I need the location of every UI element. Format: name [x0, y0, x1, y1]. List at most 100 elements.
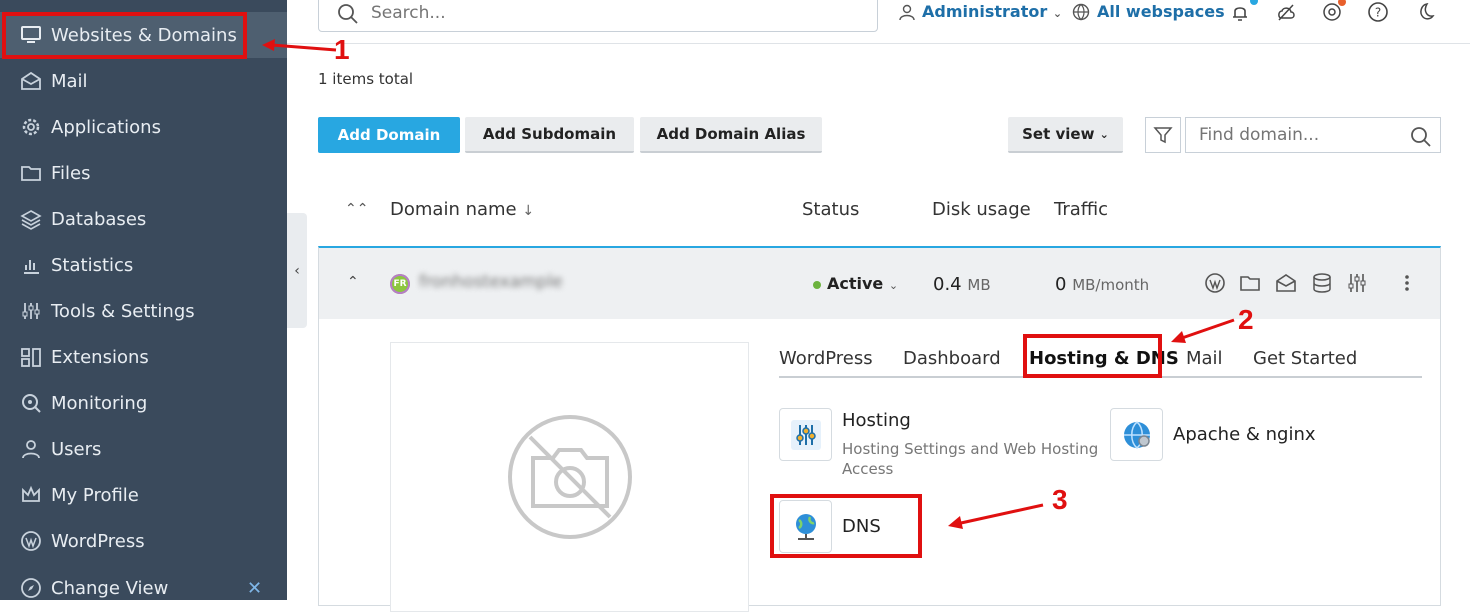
compass-icon — [21, 578, 41, 598]
traffic-unit: MB/month — [1072, 276, 1150, 294]
search-icon — [338, 4, 358, 24]
find-domain-box[interactable] — [1185, 117, 1441, 153]
user-menu[interactable]: Administrator ⌄ — [922, 2, 1062, 21]
tab-wordpress[interactable]: WordPress — [779, 348, 873, 369]
svg-text:?: ? — [1375, 6, 1381, 20]
column-domain-name[interactable]: Domain name ↓ — [390, 199, 534, 220]
domain-card: ⌃ FR fronhostexample Active ⌄ 0.4 MB 0 M… — [318, 246, 1441, 612]
sidebar-item-users[interactable]: Users — [0, 426, 287, 472]
tab-dashboard[interactable]: Dashboard — [903, 348, 1001, 369]
wordpress-icon[interactable] — [1204, 272, 1226, 294]
user-menu-label: Administrator — [922, 2, 1048, 21]
filter-button[interactable] — [1145, 117, 1181, 153]
annotation-label-2: 2 — [1238, 304, 1254, 335]
site-preview[interactable] — [390, 342, 749, 612]
chevron-down-icon: ⌄ — [1099, 127, 1109, 141]
folder-icon — [21, 166, 41, 181]
sidebar-item-label: Mail — [51, 70, 88, 92]
sidebar-item-label: Websites & Domains — [51, 24, 237, 46]
gear-icon — [22, 118, 40, 136]
annotation-arrow-3 — [948, 503, 1044, 529]
column-disk-usage[interactable]: Disk usage — [932, 199, 1031, 220]
domain-row: ⌃ FR fronhostexample Active ⌄ 0.4 MB 0 M… — [319, 248, 1440, 319]
hosting-tool-description: Hosting Settings and Web Hosting Access — [842, 440, 1099, 478]
webspaces-menu[interactable]: All webspaces — [1097, 2, 1225, 21]
sidebar-item-label: My Profile — [51, 484, 139, 506]
hosting-tool-tile[interactable] — [779, 408, 832, 461]
apache-nginx-tool-title[interactable]: Apache & nginx — [1173, 424, 1316, 445]
set-view-label: Set view — [1022, 125, 1095, 143]
sidebar-item-files[interactable]: Files — [0, 150, 287, 196]
layers-icon — [20, 210, 42, 230]
sort-down-icon: ↓ — [522, 203, 535, 219]
more-options-icon[interactable] — [1396, 272, 1418, 294]
sidebar-item-label: Applications — [51, 116, 161, 138]
sidebar-item-mail[interactable]: Mail — [0, 58, 287, 104]
search-box[interactable] — [318, 0, 878, 32]
sidebar-item-extensions[interactable]: Extensions — [0, 334, 287, 380]
alert-badge — [1338, 0, 1346, 6]
sidebar-item-my-profile[interactable]: My Profile — [0, 472, 287, 518]
mail-icon[interactable] — [1275, 272, 1297, 294]
sidebar-item-monitoring[interactable]: Monitoring — [0, 380, 287, 426]
status-dropdown[interactable]: Active ⌄ — [813, 274, 898, 293]
sidebar-item-databases[interactable]: Databases — [0, 196, 287, 242]
user-icon — [899, 4, 915, 21]
column-traffic[interactable]: Traffic — [1054, 199, 1108, 220]
mail-icon — [21, 71, 41, 90]
folder-icon[interactable] — [1239, 272, 1261, 294]
database-icon[interactable] — [1311, 272, 1333, 294]
sidebar-item-change-view[interactable]: Change View ✕ — [0, 565, 287, 611]
domain-name-link[interactable]: fronhostexample — [419, 272, 563, 292]
add-domain-button[interactable]: Add Domain — [318, 117, 460, 153]
dns-tool-title[interactable]: DNS — [842, 516, 881, 537]
sidebar-item-wordpress[interactable]: WordPress — [0, 518, 287, 564]
sidebar-item-tools-settings[interactable]: Tools & Settings — [0, 288, 287, 334]
header-divider — [287, 43, 1470, 44]
tab-get-started[interactable]: Get Started — [1253, 348, 1357, 369]
status-dot — [813, 280, 821, 289]
domain-avatar: FR — [390, 274, 410, 294]
globe-gear-icon — [1123, 420, 1150, 449]
dark-mode-icon[interactable] — [1413, 1, 1435, 23]
sidebar-item-label: Extensions — [51, 346, 149, 368]
wordpress-icon — [21, 531, 41, 551]
disk-usage-value: 0.4 MB — [933, 274, 991, 295]
status-label: Active — [827, 274, 884, 293]
magnifier-icon — [22, 394, 41, 413]
dns-tool-tile[interactable] — [779, 500, 832, 553]
search-input[interactable] — [369, 2, 849, 24]
expand-all-icon[interactable]: ⌃⌃ — [345, 201, 368, 217]
tab-hosting-dns[interactable]: Hosting & DNS — [1029, 348, 1179, 369]
search-icon — [1411, 127, 1431, 147]
add-domain-alias-button[interactable]: Add Domain Alias — [640, 117, 822, 153]
sliders-icon — [22, 303, 40, 319]
close-icon[interactable]: ✕ — [247, 578, 262, 599]
sidebar-item-websites-domains[interactable]: Websites & Domains — [0, 12, 287, 58]
find-domain-input[interactable] — [1197, 124, 1397, 146]
add-subdomain-button[interactable]: Add Subdomain — [465, 117, 634, 153]
puzzle-icon — [21, 348, 41, 367]
chevron-down-icon: ⌄ — [888, 279, 899, 292]
sidebar-item-statistics[interactable]: Statistics — [0, 242, 287, 288]
set-view-button[interactable]: Set view ⌄ — [1008, 117, 1123, 153]
collapse-chevron-icon[interactable]: ⌃ — [347, 274, 359, 290]
apache-nginx-tool-tile[interactable] — [1110, 408, 1163, 461]
sidebar-item-applications[interactable]: Applications — [0, 104, 287, 150]
sidebar-collapse-button[interactable]: ‹ — [287, 213, 307, 328]
hosting-settings-icon — [790, 419, 821, 450]
hosting-tool-title[interactable]: Hosting — [842, 410, 911, 431]
sliders-icon[interactable] — [1346, 272, 1368, 294]
crown-icon — [22, 485, 40, 502]
column-status[interactable]: Status — [802, 199, 859, 220]
domain-tabs: WordPress Dashboard Hosting & DNS Mail G… — [779, 348, 1422, 378]
help-icon[interactable]: ? — [1367, 1, 1389, 23]
disk-usage-unit: MB — [967, 276, 991, 294]
bar-chart-icon — [24, 260, 39, 274]
notifications-icon[interactable] — [1229, 1, 1251, 23]
sidebar-item-label: Monitoring — [51, 392, 148, 414]
chevron-down-icon: ⌄ — [1052, 7, 1063, 20]
traffic-value: 0 MB/month — [1055, 274, 1149, 295]
cloud-off-icon[interactable] — [1275, 1, 1297, 23]
tab-mail[interactable]: Mail — [1186, 348, 1223, 369]
